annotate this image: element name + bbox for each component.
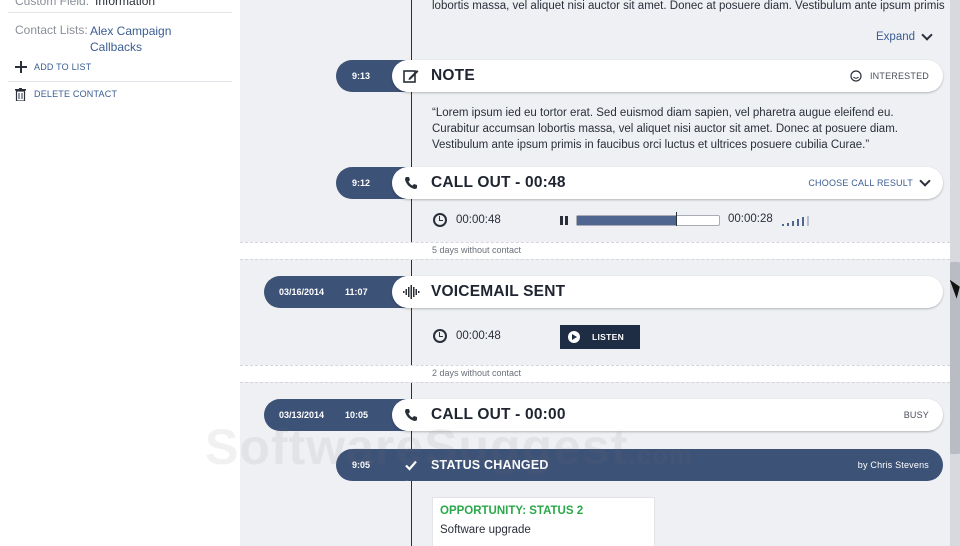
watermark-suffix: .com [628, 440, 694, 470]
contact-list-link[interactable]: Callbacks [90, 39, 171, 55]
event-time-label: 9:12 [352, 178, 371, 188]
pencil-icon [403, 68, 419, 84]
contact-sidebar: Custom Field: Information Contact Lists: … [0, 0, 240, 546]
status-changed-by: by Chris Stevens [857, 460, 929, 470]
dashed-divider [240, 365, 950, 366]
dashed-divider [240, 242, 950, 243]
add-to-list-label: ADD TO LIST [34, 62, 92, 72]
divider [8, 12, 232, 13]
chevron-down-icon [921, 29, 933, 41]
expand-label: Expand [876, 31, 916, 43]
chevron-down-icon [919, 175, 931, 187]
listen-label: LISTEN [592, 332, 625, 342]
note-status: INTERESTED [850, 70, 929, 82]
plus-icon [15, 61, 27, 73]
event-date-label: 03/16/2014 [279, 287, 325, 297]
gap-label: 2 days without contact [432, 368, 522, 378]
alarm-clock-icon [433, 213, 447, 227]
opportunity-status: OPPORTUNITY: STATUS 2 [440, 505, 584, 517]
voicemail-duration-value: 00:00:48 [456, 330, 501, 342]
custom-field-value: Information [95, 0, 156, 8]
choose-call-result-label: CHOOSE CALL RESULT [808, 178, 913, 188]
expand-button[interactable]: Expand [876, 29, 933, 43]
event-time-label: 9:13 [352, 71, 371, 81]
divider [8, 81, 232, 82]
gap-band [240, 365, 950, 382]
contact-lists: Alex Campaign Callbacks [90, 23, 171, 55]
event-datetime: 03/16/2014 11:07 [264, 276, 406, 308]
call-duration: 00:00:48 [433, 213, 501, 227]
call-status: BUSY [903, 410, 929, 420]
dashed-divider [240, 259, 950, 260]
note-status-label: INTERESTED [869, 71, 929, 81]
play-icon [568, 331, 580, 343]
alarm-clock-icon [433, 329, 447, 343]
event-time-label: 11:07 [345, 287, 368, 297]
voicemail-event-card[interactable]: VOICEMAIL SENT [392, 276, 943, 308]
audio-scrubber-handle[interactable] [676, 212, 678, 226]
trash-icon [15, 88, 27, 102]
gap-label: 5 days without contact [432, 245, 522, 255]
event-title: CALL OUT - 00:48 [431, 174, 566, 191]
choose-call-result-dropdown[interactable]: CHOOSE CALL RESULT [808, 175, 931, 188]
smiley-icon [850, 70, 862, 82]
delete-contact-label: DELETE CONTACT [34, 89, 118, 99]
pause-icon[interactable] [560, 216, 568, 225]
listen-button[interactable]: LISTEN [560, 325, 640, 349]
audio-remaining-time: 00:00:28 [728, 213, 773, 225]
phone-icon [403, 175, 419, 191]
event-title: NOTE [431, 67, 475, 84]
gap-band [240, 242, 950, 259]
call-event-card[interactable]: CALL OUT - 00:48 CHOOSE CALL RESULT [392, 167, 943, 199]
note-body: “Lorem ipsum ied eu tortor erat. Sed eui… [432, 107, 898, 151]
voicemail-duration: 00:00:48 [433, 329, 501, 343]
event-title: VOICEMAIL SENT [431, 283, 566, 300]
soundwave-icon [403, 284, 420, 300]
volume-bars-icon[interactable] [782, 216, 810, 226]
note-body-truncated: lobortis massa, vel aliquet nisi auctor … [432, 0, 945, 12]
custom-field-row: Custom Field: Information [15, 0, 155, 8]
watermark-main: SoftwareSuggest [205, 419, 629, 475]
custom-field-label: Custom Field: [15, 0, 90, 8]
watermark: SoftwareSuggest.com [205, 418, 693, 476]
audio-progress-bar[interactable] [576, 212, 720, 226]
opportunity-box: OPPORTUNITY: STATUS 2 Software upgrade [432, 497, 655, 546]
call-duration-value: 00:00:48 [456, 214, 501, 226]
opportunity-detail: Software upgrade [440, 524, 531, 536]
dashed-divider [240, 382, 950, 383]
add-to-list-button[interactable]: ADD TO LIST [15, 61, 91, 73]
note-event-card[interactable]: NOTE INTERESTED [392, 60, 943, 92]
contact-lists-label: Contact Lists: [15, 23, 88, 37]
audio-progress-fill [577, 216, 677, 225]
delete-contact-button[interactable]: DELETE CONTACT [15, 88, 118, 102]
contact-list-link[interactable]: Alex Campaign [90, 23, 171, 39]
